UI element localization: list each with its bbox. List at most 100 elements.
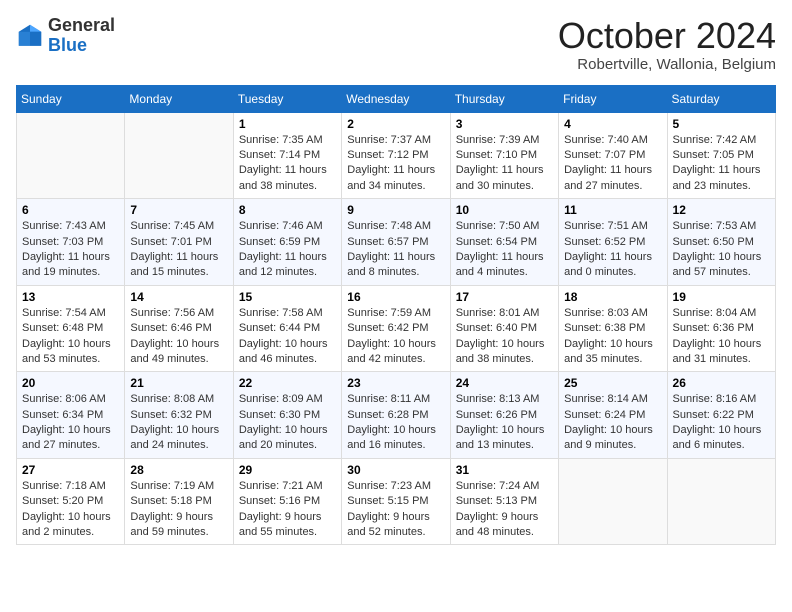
day-info: Sunrise: 8:03 AMSunset: 6:38 PMDaylight:… xyxy=(564,306,661,368)
day-info: Sunrise: 7:42 AMSunset: 7:05 PMDaylight:… xyxy=(673,133,770,195)
day-info: Sunrise: 8:09 AMSunset: 6:30 PMDaylight:… xyxy=(239,392,336,454)
day-info: Sunrise: 8:08 AMSunset: 6:32 PMDaylight:… xyxy=(130,392,227,454)
calendar-cell: 26Sunrise: 8:16 AMSunset: 6:22 PMDayligh… xyxy=(667,372,775,459)
day-info: Sunrise: 7:21 AMSunset: 5:16 PMDaylight:… xyxy=(239,479,336,541)
day-number: 24 xyxy=(456,376,553,390)
day-number: 13 xyxy=(22,290,119,304)
day-info: Sunrise: 7:48 AMSunset: 6:57 PMDaylight:… xyxy=(347,219,444,281)
calendar-cell: 15 Sunrise: 7:58 AMSunset: 6:44 PMDayligh… xyxy=(233,285,341,372)
day-number: 2 xyxy=(347,117,444,131)
calendar-week-row: 6Sunrise: 7:43 AMSunset: 7:03 PMDaylight… xyxy=(17,199,776,286)
day-number: 11 xyxy=(564,203,661,217)
day-info: Sunrise: 7:51 AMSunset: 6:52 PMDaylight:… xyxy=(564,219,661,281)
calendar-cell: 10 Sunrise: 7:50 AMSunset: 6:54 PMDayligh… xyxy=(450,199,558,286)
calendar-table: SundayMondayTuesdayWednesdayThursdayFrid… xyxy=(16,85,776,546)
day-number: 14 xyxy=(130,290,227,304)
logo-blue-text: Blue xyxy=(48,35,87,55)
day-number: 5 xyxy=(673,117,770,131)
calendar-week-row: 27 Sunrise: 7:18 AMSunset: 5:20 PMDayligh… xyxy=(17,458,776,545)
day-number: 1 xyxy=(239,117,336,131)
calendar-cell: 14 Sunrise: 7:56 AMSunset: 6:46 PMDayligh… xyxy=(125,285,233,372)
day-number: 15 xyxy=(239,290,336,304)
calendar-cell: 24 Sunrise: 8:13 AMSunset: 6:26 PMDayligh… xyxy=(450,372,558,459)
calendar-cell xyxy=(125,112,233,199)
calendar-week-row: 20 Sunrise: 8:06 AMSunset: 6:34 PMDayligh… xyxy=(17,372,776,459)
day-number: 30 xyxy=(347,463,444,477)
day-number: 31 xyxy=(456,463,553,477)
day-info: Sunrise: 7:35 AMSunset: 7:14 PMDaylight:… xyxy=(239,133,336,195)
calendar-cell: 29Sunrise: 7:21 AMSunset: 5:16 PMDayligh… xyxy=(233,458,341,545)
day-info: Sunrise: 7:18 AMSunset: 5:20 PMDaylight:… xyxy=(22,479,119,541)
day-info: Sunrise: 8:01 AMSunset: 6:40 PMDaylight:… xyxy=(456,306,553,368)
day-info: Sunrise: 7:56 AMSunset: 6:46 PMDaylight:… xyxy=(130,306,227,368)
calendar-cell: 4 Sunrise: 7:40 AMSunset: 7:07 PMDaylight… xyxy=(559,112,667,199)
day-info: Sunrise: 7:43 AMSunset: 7:03 PMDaylight:… xyxy=(22,219,119,281)
weekday-header-sunday: Sunday xyxy=(17,85,125,112)
calendar-week-row: 1 Sunrise: 7:35 AMSunset: 7:14 PMDaylight… xyxy=(17,112,776,199)
weekday-header-thursday: Thursday xyxy=(450,85,558,112)
day-info: Sunrise: 8:06 AMSunset: 6:34 PMDaylight:… xyxy=(22,392,119,454)
day-info: Sunrise: 7:53 AMSunset: 6:50 PMDaylight:… xyxy=(673,219,770,281)
calendar-cell: 6Sunrise: 7:43 AMSunset: 7:03 PMDaylight… xyxy=(17,199,125,286)
calendar-cell: 8Sunrise: 7:46 AMSunset: 6:59 PMDaylight… xyxy=(233,199,341,286)
day-number: 10 xyxy=(456,203,553,217)
day-info: Sunrise: 7:37 AMSunset: 7:12 PMDaylight:… xyxy=(347,133,444,195)
calendar-cell: 21 Sunrise: 8:08 AMSunset: 6:32 PMDayligh… xyxy=(125,372,233,459)
logo: General Blue xyxy=(16,16,115,56)
calendar-cell: 25 Sunrise: 8:14 AMSunset: 6:24 PMDayligh… xyxy=(559,372,667,459)
day-info: Sunrise: 7:58 AMSunset: 6:44 PMDaylight:… xyxy=(239,306,336,368)
calendar-cell xyxy=(667,458,775,545)
calendar-cell: 3 Sunrise: 7:39 AMSunset: 7:10 PMDaylight… xyxy=(450,112,558,199)
page-header: General Blue October 2024 Robertville, W… xyxy=(16,16,776,73)
calendar-cell: 5 Sunrise: 7:42 AMSunset: 7:05 PMDaylight… xyxy=(667,112,775,199)
day-number: 19 xyxy=(673,290,770,304)
calendar-cell: 13Sunrise: 7:54 AMSunset: 6:48 PMDayligh… xyxy=(17,285,125,372)
day-info: Sunrise: 7:24 AMSunset: 5:13 PMDaylight:… xyxy=(456,479,553,541)
day-info: Sunrise: 8:04 AMSunset: 6:36 PMDaylight:… xyxy=(673,306,770,368)
day-info: Sunrise: 8:13 AMSunset: 6:26 PMDaylight:… xyxy=(456,392,553,454)
day-info: Sunrise: 8:16 AMSunset: 6:22 PMDaylight:… xyxy=(673,392,770,454)
calendar-cell: 2 Sunrise: 7:37 AMSunset: 7:12 PMDaylight… xyxy=(342,112,450,199)
day-number: 4 xyxy=(564,117,661,131)
calendar-cell: 16Sunrise: 7:59 AMSunset: 6:42 PMDayligh… xyxy=(342,285,450,372)
calendar-cell: 22 Sunrise: 8:09 AMSunset: 6:30 PMDayligh… xyxy=(233,372,341,459)
day-info: Sunrise: 7:50 AMSunset: 6:54 PMDaylight:… xyxy=(456,219,553,281)
weekday-header-friday: Friday xyxy=(559,85,667,112)
logo-icon xyxy=(16,22,44,50)
calendar-cell: 18 Sunrise: 8:03 AMSunset: 6:38 PMDayligh… xyxy=(559,285,667,372)
day-number: 21 xyxy=(130,376,227,390)
calendar-cell xyxy=(17,112,125,199)
day-info: Sunrise: 8:14 AMSunset: 6:24 PMDaylight:… xyxy=(564,392,661,454)
location-text: Robertville, Wallonia, Belgium xyxy=(558,56,776,73)
calendar-cell: 23Sunrise: 8:11 AMSunset: 6:28 PMDayligh… xyxy=(342,372,450,459)
day-number: 18 xyxy=(564,290,661,304)
day-info: Sunrise: 7:19 AMSunset: 5:18 PMDaylight:… xyxy=(130,479,227,541)
day-number: 25 xyxy=(564,376,661,390)
day-info: Sunrise: 7:39 AMSunset: 7:10 PMDaylight:… xyxy=(456,133,553,195)
calendar-cell: 9 Sunrise: 7:48 AMSunset: 6:57 PMDaylight… xyxy=(342,199,450,286)
day-info: Sunrise: 7:23 AMSunset: 5:15 PMDaylight:… xyxy=(347,479,444,541)
day-number: 8 xyxy=(239,203,336,217)
day-number: 23 xyxy=(347,376,444,390)
month-title: October 2024 xyxy=(558,16,776,56)
weekday-header-tuesday: Tuesday xyxy=(233,85,341,112)
calendar-cell: 31 Sunrise: 7:24 AMSunset: 5:13 PMDayligh… xyxy=(450,458,558,545)
calendar-cell: 1 Sunrise: 7:35 AMSunset: 7:14 PMDaylight… xyxy=(233,112,341,199)
calendar-cell: 17 Sunrise: 8:01 AMSunset: 6:40 PMDayligh… xyxy=(450,285,558,372)
day-number: 9 xyxy=(347,203,444,217)
day-number: 27 xyxy=(22,463,119,477)
calendar-cell: 28 Sunrise: 7:19 AMSunset: 5:18 PMDayligh… xyxy=(125,458,233,545)
day-number: 12 xyxy=(673,203,770,217)
day-info: Sunrise: 7:45 AMSunset: 7:01 PMDaylight:… xyxy=(130,219,227,281)
day-number: 28 xyxy=(130,463,227,477)
weekday-header-row: SundayMondayTuesdayWednesdayThursdayFrid… xyxy=(17,85,776,112)
calendar-cell: 7Sunrise: 7:45 AMSunset: 7:01 PMDaylight… xyxy=(125,199,233,286)
day-number: 3 xyxy=(456,117,553,131)
day-number: 22 xyxy=(239,376,336,390)
day-number: 16 xyxy=(347,290,444,304)
day-info: Sunrise: 7:40 AMSunset: 7:07 PMDaylight:… xyxy=(564,133,661,195)
calendar-cell: 12 Sunrise: 7:53 AMSunset: 6:50 PMDayligh… xyxy=(667,199,775,286)
day-number: 20 xyxy=(22,376,119,390)
weekday-header-wednesday: Wednesday xyxy=(342,85,450,112)
day-number: 17 xyxy=(456,290,553,304)
